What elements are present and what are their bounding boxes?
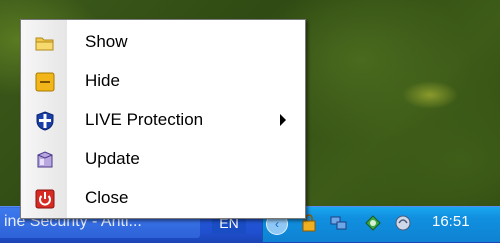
menu-item-hide[interactable]: Hide (21, 62, 305, 101)
menu-item-live-protection[interactable]: LIVE Protection (21, 101, 305, 140)
menu-item-label: Update (85, 149, 140, 168)
menu-item-show[interactable]: Show (21, 23, 305, 62)
folder-icon (35, 37, 54, 51)
shield-icon (36, 111, 54, 131)
menu-item-label: LIVE Protection (85, 110, 204, 129)
volume-icon[interactable] (394, 214, 412, 232)
tray-context-menu: Show Hide LIVE Protection Update Close (20, 19, 306, 219)
menu-item-label: Close (85, 188, 129, 207)
minimize-window-icon (35, 72, 55, 92)
power-icon (35, 189, 55, 209)
menu-item-close[interactable]: Close (21, 179, 305, 218)
menu-item-label: Hide (85, 71, 120, 90)
menu-item-label: Show (85, 32, 128, 51)
safely-remove-hardware-icon[interactable] (364, 214, 382, 232)
taskbar-clock[interactable]: 16:51 (432, 213, 470, 230)
update-box-icon (37, 151, 53, 168)
network-icon[interactable] (330, 214, 348, 232)
menu-item-update[interactable]: Update (21, 140, 305, 179)
submenu-arrow-icon (280, 114, 286, 126)
